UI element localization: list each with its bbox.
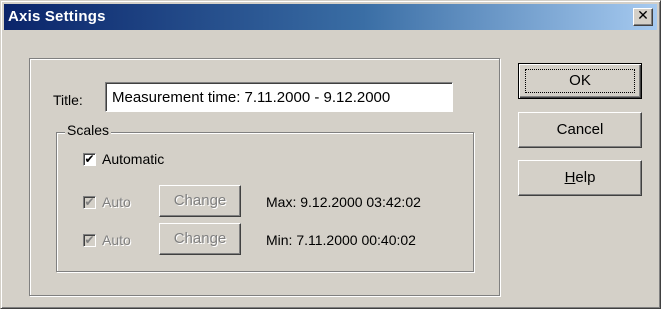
ok-button[interactable]: OK: [518, 63, 642, 99]
min-change-label: Change: [173, 230, 227, 247]
checkmark-icon: ✔: [84, 233, 95, 247]
title-input[interactable]: [105, 82, 453, 112]
max-value: Max: 9.12.2000 03:42:02: [266, 194, 421, 210]
max-auto-checkbox[interactable]: ✔: [83, 196, 96, 209]
scales-legend: Scales: [65, 122, 112, 138]
min-auto-checkbox[interactable]: ✔: [83, 234, 96, 247]
automatic-label[interactable]: Automatic: [102, 151, 164, 167]
cancel-button[interactable]: Cancel: [518, 112, 642, 148]
min-auto-label: Auto: [102, 232, 131, 248]
title-bar[interactable]: Axis Settings ✕: [4, 4, 657, 30]
min-change-button[interactable]: Change: [159, 223, 241, 255]
automatic-checkbox[interactable]: ✔: [83, 153, 96, 166]
max-auto-label: Auto: [102, 194, 131, 210]
checkmark-icon: ✔: [84, 195, 95, 209]
help-label-rest: elp: [575, 169, 596, 186]
help-button[interactable]: Help: [518, 160, 642, 196]
cancel-label: Cancel: [556, 121, 604, 138]
help-mnemonic: H: [564, 169, 576, 186]
min-value: Min: 7.11.2000 00:40:02: [266, 232, 416, 248]
close-button[interactable]: ✕: [633, 8, 653, 26]
ok-label: OK: [525, 69, 635, 93]
max-change-button[interactable]: Change: [159, 185, 241, 217]
window-title: Axis Settings: [8, 8, 106, 25]
checkmark-icon: ✔: [84, 152, 95, 166]
title-label: Title:: [53, 92, 83, 108]
max-change-label: Change: [173, 192, 227, 209]
axis-settings-dialog: Axis Settings ✕ Title: Scales ✔ Automati…: [0, 0, 661, 309]
close-icon: ✕: [637, 8, 649, 24]
